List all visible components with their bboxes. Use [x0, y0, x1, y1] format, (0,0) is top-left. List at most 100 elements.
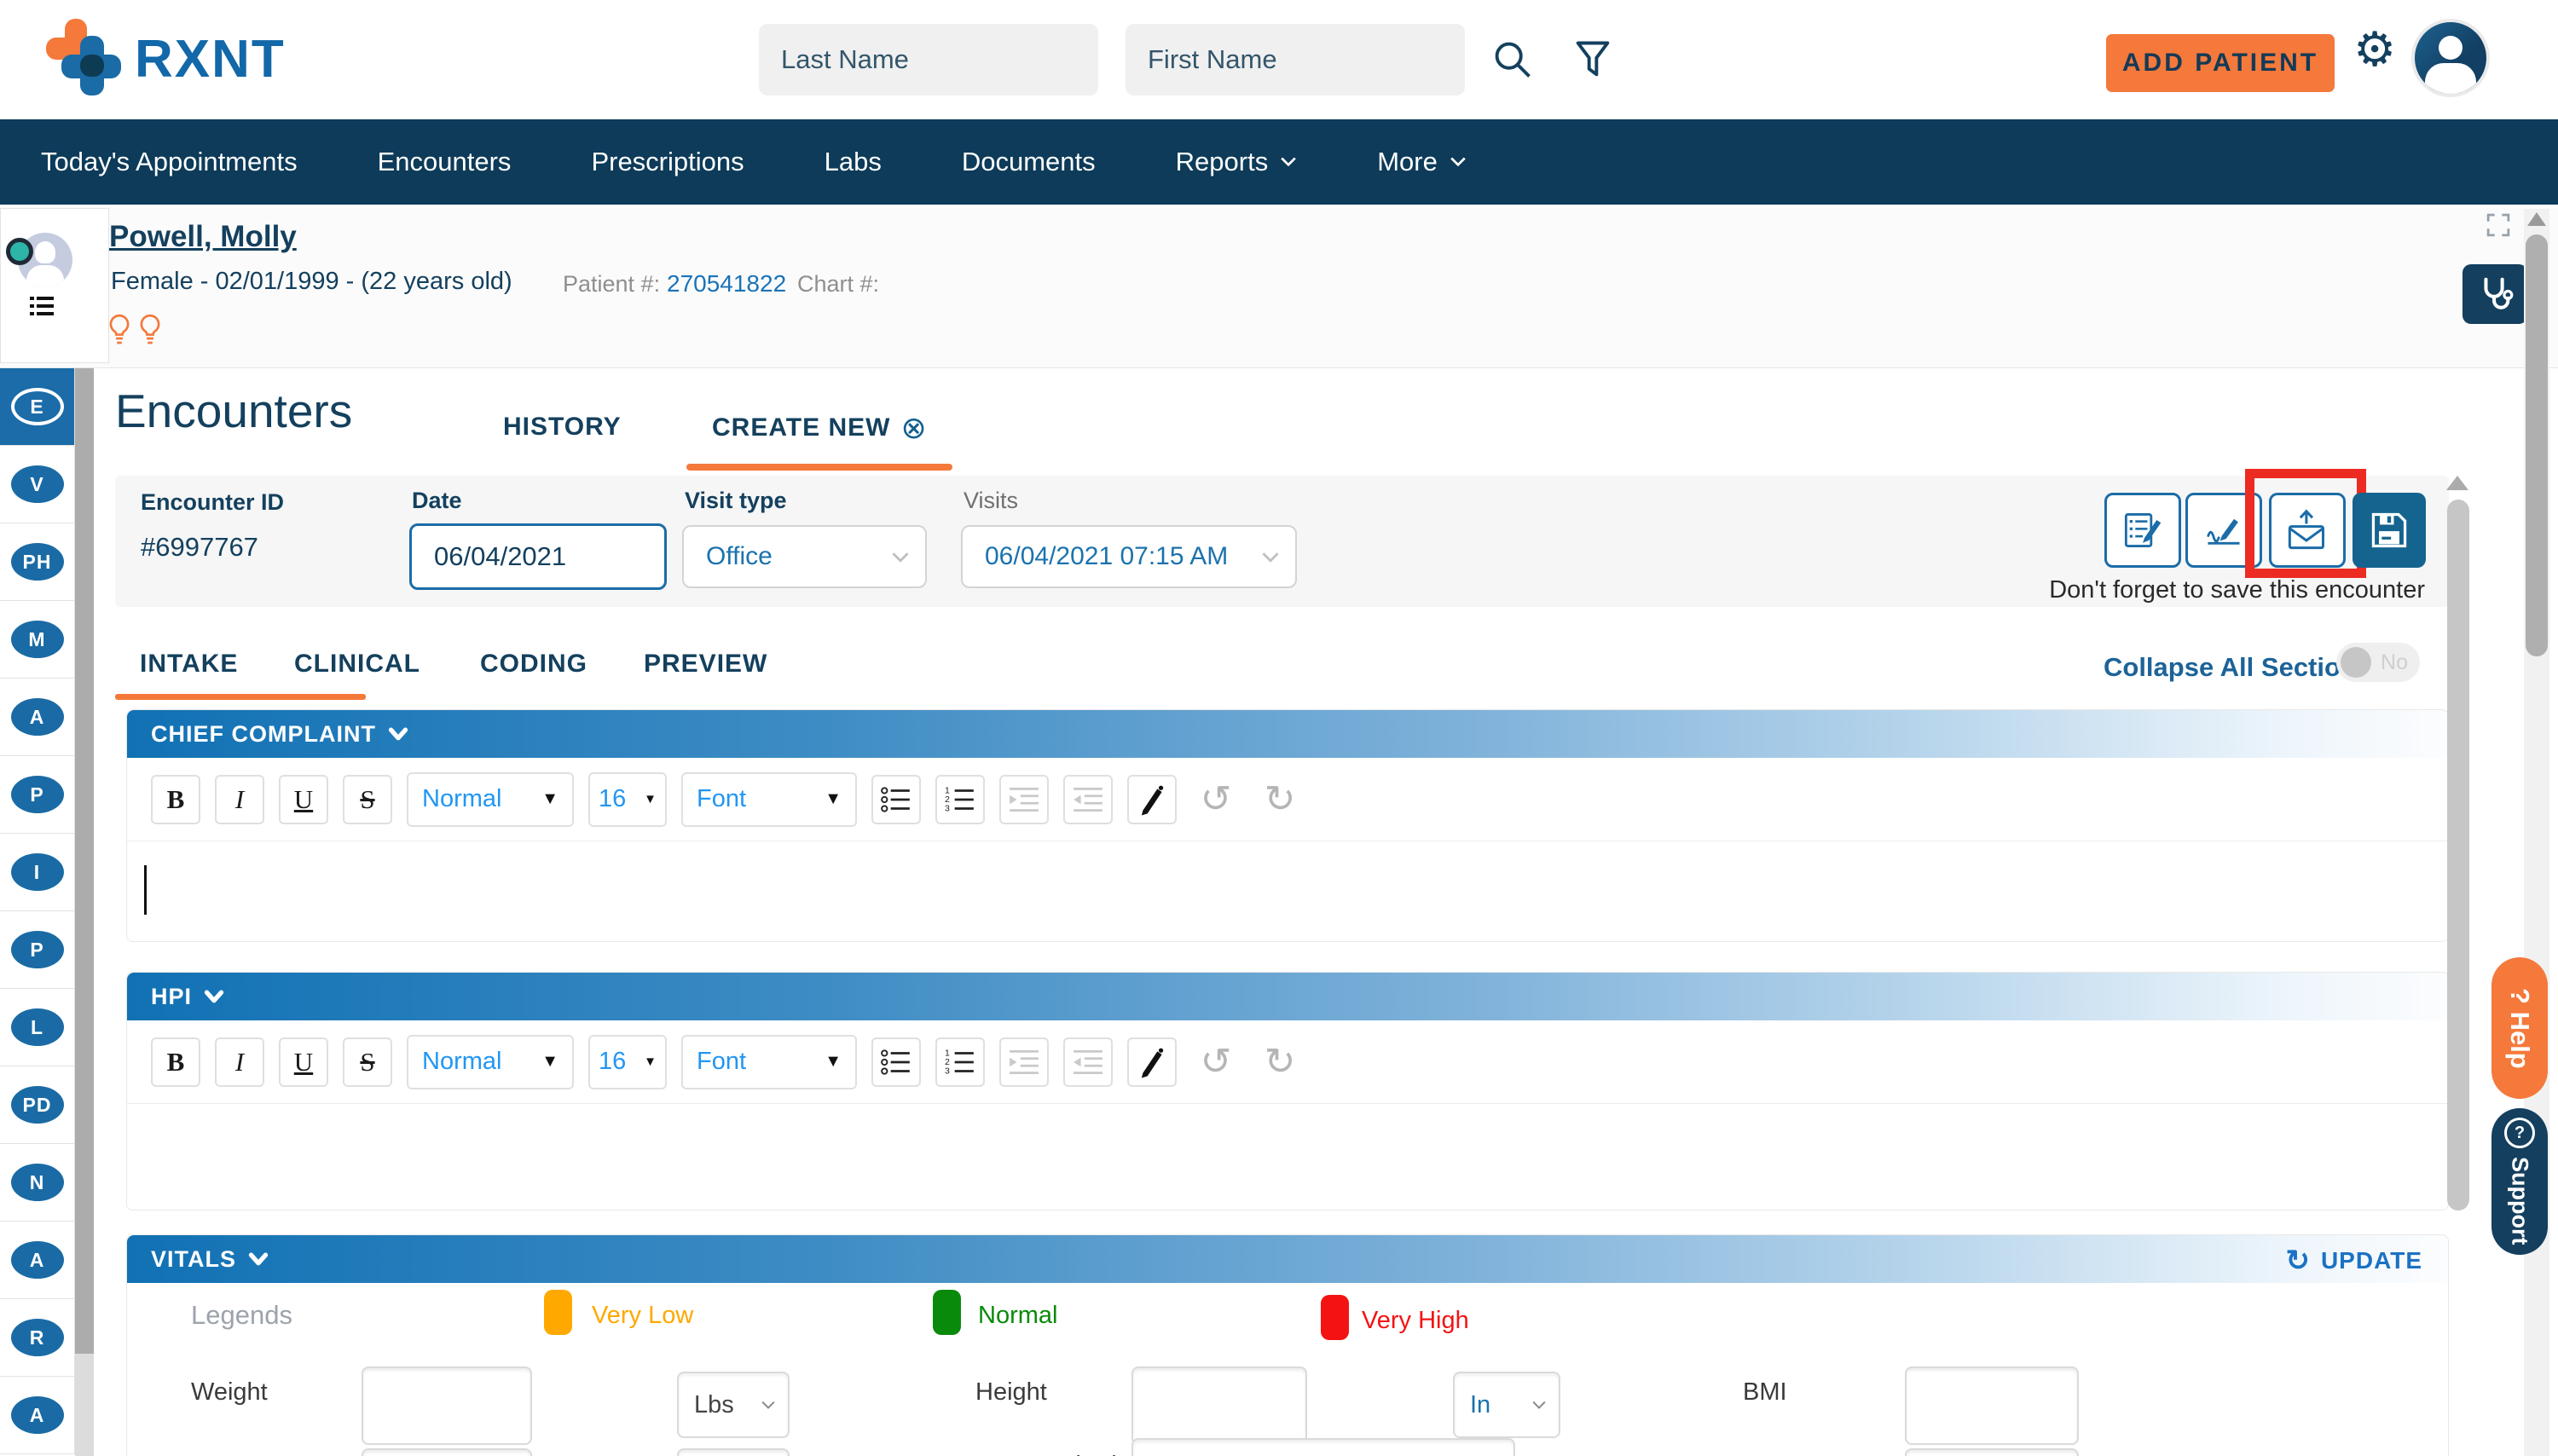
patient-number-value[interactable]: 270541822 — [667, 270, 786, 298]
user-avatar[interactable] — [2411, 19, 2490, 97]
font-family-select[interactable]: Font▼ — [681, 772, 857, 827]
visits-select[interactable]: 06/04/2021 07:15 AM — [961, 525, 1297, 588]
nav-reports[interactable]: Reports — [1176, 147, 1298, 177]
font-family-select[interactable]: Font▼ — [681, 1035, 857, 1089]
weight-unit-select[interactable]: Lbs — [677, 1372, 790, 1438]
nav-labs[interactable]: Labs — [825, 147, 882, 177]
rail-item[interactable]: PH — [0, 523, 75, 601]
collapse-all-toggle[interactable]: No — [2336, 643, 2420, 682]
first-name-input[interactable] — [1126, 24, 1465, 95]
chief-complaint-header[interactable]: CHIEF COMPLAINT — [127, 710, 2448, 758]
indent-button[interactable] — [999, 775, 1049, 824]
pen-color-button[interactable] — [1127, 1037, 1177, 1087]
panel-scrollbar[interactable] — [2447, 500, 2469, 1210]
paragraph-style-select[interactable]: Normal▼ — [407, 1035, 574, 1089]
rail-item[interactable]: N — [0, 1144, 75, 1222]
vitals-header[interactable]: VITALS ↻ UPDATE — [127, 1235, 2448, 1283]
rxnt-logo-icon[interactable] — [46, 19, 123, 101]
redo-button[interactable]: ↻ — [1255, 1037, 1305, 1087]
patient-name-link[interactable]: Powell, Molly — [109, 220, 297, 254]
bold-button[interactable]: B — [151, 775, 200, 824]
italic-button[interactable]: I — [215, 775, 264, 824]
support-tab[interactable]: ? Support — [2491, 1108, 2548, 1255]
tab-history[interactable]: HISTORY — [503, 413, 622, 442]
underline-button[interactable]: U — [279, 775, 328, 824]
undo-button[interactable]: ↺ — [1191, 1037, 1241, 1087]
outdent-button[interactable] — [1063, 1037, 1113, 1087]
vitals-input-partial[interactable] — [1905, 1448, 2079, 1456]
strikethrough-button[interactable]: S — [343, 1037, 392, 1087]
rail-item[interactable]: I — [0, 834, 75, 911]
redo-button[interactable]: ↻ — [1255, 775, 1305, 824]
hpi-editor[interactable] — [127, 1104, 2448, 1210]
rail-scrollbar[interactable] — [75, 368, 94, 1456]
tab-create-new[interactable]: CREATE NEW ⊗ — [712, 413, 928, 443]
pen-color-button[interactable] — [1127, 775, 1177, 824]
rail-item[interactable]: A — [0, 1222, 75, 1299]
strikethrough-button[interactable]: S — [343, 775, 392, 824]
lightbulb-icon[interactable] — [138, 314, 162, 346]
rail-item[interactable]: P — [0, 756, 75, 834]
numbered-list-button[interactable]: 123 — [935, 775, 985, 824]
visit-type-select[interactable]: Office — [682, 525, 927, 588]
rail-item[interactable]: L — [0, 989, 75, 1066]
patient-alert-bulbs — [107, 314, 162, 346]
last-name-input[interactable] — [759, 24, 1098, 95]
height-input[interactable] — [1131, 1366, 1307, 1445]
nav-todays-appointments[interactable]: Today's Appointments — [41, 147, 298, 177]
fullscreen-icon[interactable] — [2486, 213, 2510, 241]
gear-icon[interactable]: ⚙ — [2353, 26, 2396, 73]
tab-coding[interactable]: CODING — [480, 650, 587, 679]
numbered-list-button[interactable]: 123 — [935, 1037, 985, 1087]
undo-button[interactable]: ↺ — [1191, 775, 1241, 824]
rail-item[interactable]: M — [0, 601, 75, 679]
save-encounter-button[interactable] — [2353, 493, 2426, 568]
nav-documents[interactable]: Documents — [962, 147, 1096, 177]
bullet-list-button[interactable] — [871, 1037, 921, 1087]
rail-item[interactable]: R — [0, 1299, 75, 1377]
scroll-up-arrow[interactable] — [2527, 212, 2546, 226]
rail-item[interactable]: PD — [0, 1066, 75, 1144]
indent-button[interactable] — [999, 1037, 1049, 1087]
vitals-input-partial[interactable] — [677, 1448, 790, 1456]
weight-input[interactable] — [362, 1366, 532, 1445]
underline-button[interactable]: U — [279, 1037, 328, 1087]
help-tab[interactable]: ? Help — [2491, 957, 2548, 1099]
clinical-tools-button[interactable] — [2463, 264, 2527, 324]
chief-complaint-editor[interactable] — [127, 841, 2448, 942]
rail-item[interactable]: V — [0, 446, 75, 523]
bmi-input[interactable] — [1905, 1366, 2079, 1445]
vitals-input-partial[interactable] — [1131, 1438, 1515, 1456]
tab-clinical[interactable]: CLINICAL — [294, 650, 420, 679]
encounter-date-input[interactable] — [409, 523, 667, 590]
font-size-select[interactable]: 16▼ — [588, 1035, 667, 1089]
panel-scroll-up-arrow[interactable] — [2446, 476, 2468, 490]
page-scrollbar[interactable] — [2524, 209, 2549, 1456]
hpi-header[interactable]: HPI — [127, 973, 2448, 1020]
vitals-update-button[interactable]: ↻ UPDATE — [2285, 1244, 2422, 1278]
outdent-button[interactable] — [1063, 775, 1113, 824]
nav-prescriptions[interactable]: Prescriptions — [591, 147, 744, 177]
bold-button[interactable]: B — [151, 1037, 200, 1087]
add-patient-button[interactable]: ADD PATIENT — [2106, 34, 2335, 92]
patient-list-icon[interactable] — [30, 296, 54, 321]
nav-more[interactable]: More — [1377, 147, 1467, 177]
close-circle-icon[interactable]: ⊗ — [900, 413, 927, 443]
rail-item-encounters[interactable]: E — [0, 368, 75, 446]
rail-item[interactable]: P — [0, 911, 75, 989]
encounter-notes-button[interactable] — [2104, 493, 2181, 568]
lightbulb-icon[interactable] — [107, 314, 131, 346]
tab-preview[interactable]: PREVIEW — [644, 650, 767, 679]
rail-item[interactable]: A — [0, 1377, 75, 1454]
search-icon[interactable] — [1490, 38, 1535, 86]
filter-icon[interactable] — [1571, 38, 1615, 86]
font-size-select[interactable]: 16▼ — [588, 772, 667, 827]
tab-intake[interactable]: INTAKE — [140, 650, 238, 679]
paragraph-style-select[interactable]: Normal▼ — [407, 772, 574, 827]
rail-item[interactable]: A — [0, 679, 75, 756]
vitals-input-partial[interactable] — [362, 1448, 532, 1456]
italic-button[interactable]: I — [215, 1037, 264, 1087]
nav-encounters[interactable]: Encounters — [378, 147, 512, 177]
bullet-list-button[interactable] — [871, 775, 921, 824]
height-unit-select[interactable]: In — [1453, 1372, 1560, 1438]
